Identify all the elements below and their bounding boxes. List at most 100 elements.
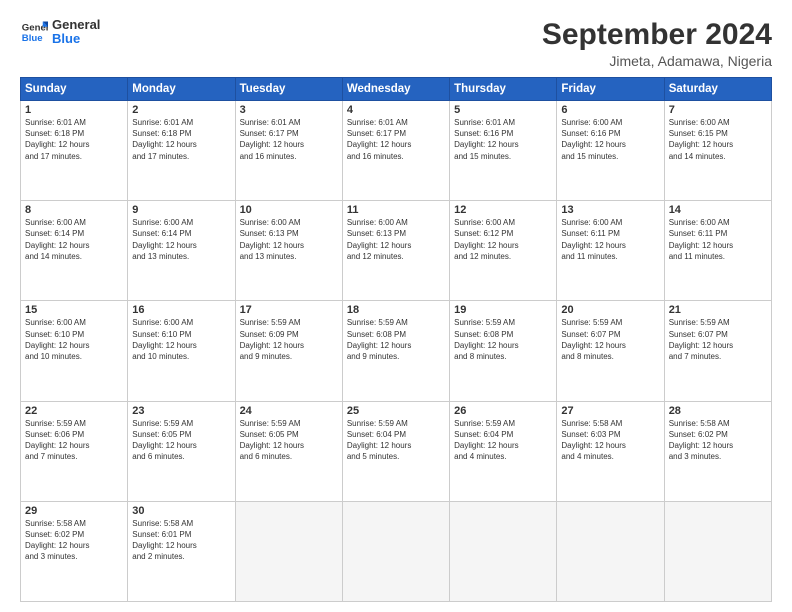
day-number: 25 [347, 405, 445, 417]
table-row: 21Sunrise: 5:59 AMSunset: 6:07 PMDayligh… [664, 301, 771, 401]
day-number: 17 [240, 304, 338, 316]
table-row: 19Sunrise: 5:59 AMSunset: 6:08 PMDayligh… [450, 301, 557, 401]
day-number: 6 [561, 104, 659, 116]
day-number: 29 [25, 505, 123, 517]
page-header: General Blue General Blue September 2024… [20, 18, 772, 69]
day-info: Sunrise: 6:00 AMSunset: 6:13 PMDaylight:… [240, 217, 338, 262]
day-info: Sunrise: 5:59 AMSunset: 6:06 PMDaylight:… [25, 418, 123, 463]
day-number: 3 [240, 104, 338, 116]
day-info: Sunrise: 5:58 AMSunset: 6:03 PMDaylight:… [561, 418, 659, 463]
table-row: 26Sunrise: 5:59 AMSunset: 6:04 PMDayligh… [450, 401, 557, 501]
day-number: 28 [669, 405, 767, 417]
day-info: Sunrise: 6:01 AMSunset: 6:17 PMDaylight:… [347, 117, 445, 162]
svg-text:Blue: Blue [22, 33, 43, 44]
day-number: 22 [25, 405, 123, 417]
table-row: 22Sunrise: 5:59 AMSunset: 6:06 PMDayligh… [21, 401, 128, 501]
day-info: Sunrise: 5:59 AMSunset: 6:08 PMDaylight:… [454, 317, 552, 362]
table-row: 17Sunrise: 5:59 AMSunset: 6:09 PMDayligh… [235, 301, 342, 401]
day-info: Sunrise: 5:59 AMSunset: 6:05 PMDaylight:… [132, 418, 230, 463]
table-row: 25Sunrise: 5:59 AMSunset: 6:04 PMDayligh… [342, 401, 449, 501]
day-info: Sunrise: 5:59 AMSunset: 6:04 PMDaylight:… [347, 418, 445, 463]
col-friday: Friday [557, 78, 664, 101]
day-number: 15 [25, 304, 123, 316]
col-tuesday: Tuesday [235, 78, 342, 101]
col-wednesday: Wednesday [342, 78, 449, 101]
location-subtitle: Jimeta, Adamawa, Nigeria [542, 53, 772, 69]
table-row: 18Sunrise: 5:59 AMSunset: 6:08 PMDayligh… [342, 301, 449, 401]
table-row: 9Sunrise: 6:00 AMSunset: 6:14 PMDaylight… [128, 201, 235, 301]
table-row: 1Sunrise: 6:01 AMSunset: 6:18 PMDaylight… [21, 101, 128, 201]
day-number: 16 [132, 304, 230, 316]
table-row: 2Sunrise: 6:01 AMSunset: 6:18 PMDaylight… [128, 101, 235, 201]
day-info: Sunrise: 5:58 AMSunset: 6:02 PMDaylight:… [669, 418, 767, 463]
day-number: 18 [347, 304, 445, 316]
day-info: Sunrise: 6:00 AMSunset: 6:11 PMDaylight:… [669, 217, 767, 262]
table-row: 20Sunrise: 5:59 AMSunset: 6:07 PMDayligh… [557, 301, 664, 401]
day-info: Sunrise: 6:00 AMSunset: 6:10 PMDaylight:… [132, 317, 230, 362]
table-row: 7Sunrise: 6:00 AMSunset: 6:15 PMDaylight… [664, 101, 771, 201]
table-row [450, 501, 557, 601]
day-info: Sunrise: 5:59 AMSunset: 6:07 PMDaylight:… [561, 317, 659, 362]
table-row: 15Sunrise: 6:00 AMSunset: 6:10 PMDayligh… [21, 301, 128, 401]
calendar-table: Sunday Monday Tuesday Wednesday Thursday… [20, 77, 772, 602]
day-number: 12 [454, 204, 552, 216]
day-info: Sunrise: 6:01 AMSunset: 6:16 PMDaylight:… [454, 117, 552, 162]
table-row: 29Sunrise: 5:58 AMSunset: 6:02 PMDayligh… [21, 501, 128, 601]
day-info: Sunrise: 6:00 AMSunset: 6:15 PMDaylight:… [669, 117, 767, 162]
day-number: 9 [132, 204, 230, 216]
table-row: 12Sunrise: 6:00 AMSunset: 6:12 PMDayligh… [450, 201, 557, 301]
day-number: 7 [669, 104, 767, 116]
table-row: 3Sunrise: 6:01 AMSunset: 6:17 PMDaylight… [235, 101, 342, 201]
table-row: 27Sunrise: 5:58 AMSunset: 6:03 PMDayligh… [557, 401, 664, 501]
day-number: 14 [669, 204, 767, 216]
table-row: 4Sunrise: 6:01 AMSunset: 6:17 PMDaylight… [342, 101, 449, 201]
table-row: 28Sunrise: 5:58 AMSunset: 6:02 PMDayligh… [664, 401, 771, 501]
table-row: 23Sunrise: 5:59 AMSunset: 6:05 PMDayligh… [128, 401, 235, 501]
logo-general: General [52, 18, 100, 32]
day-number: 2 [132, 104, 230, 116]
day-info: Sunrise: 5:59 AMSunset: 6:08 PMDaylight:… [347, 317, 445, 362]
table-row: 13Sunrise: 6:00 AMSunset: 6:11 PMDayligh… [557, 201, 664, 301]
day-info: Sunrise: 6:00 AMSunset: 6:10 PMDaylight:… [25, 317, 123, 362]
day-number: 23 [132, 405, 230, 417]
day-number: 11 [347, 204, 445, 216]
day-info: Sunrise: 5:58 AMSunset: 6:01 PMDaylight:… [132, 518, 230, 563]
col-saturday: Saturday [664, 78, 771, 101]
day-info: Sunrise: 6:00 AMSunset: 6:12 PMDaylight:… [454, 217, 552, 262]
day-number: 30 [132, 505, 230, 517]
day-info: Sunrise: 5:59 AMSunset: 6:07 PMDaylight:… [669, 317, 767, 362]
day-number: 4 [347, 104, 445, 116]
table-row: 14Sunrise: 6:00 AMSunset: 6:11 PMDayligh… [664, 201, 771, 301]
day-info: Sunrise: 6:00 AMSunset: 6:11 PMDaylight:… [561, 217, 659, 262]
day-info: Sunrise: 6:01 AMSunset: 6:17 PMDaylight:… [240, 117, 338, 162]
day-number: 21 [669, 304, 767, 316]
day-info: Sunrise: 5:59 AMSunset: 6:09 PMDaylight:… [240, 317, 338, 362]
day-number: 19 [454, 304, 552, 316]
day-number: 13 [561, 204, 659, 216]
day-info: Sunrise: 6:01 AMSunset: 6:18 PMDaylight:… [132, 117, 230, 162]
day-info: Sunrise: 6:01 AMSunset: 6:18 PMDaylight:… [25, 117, 123, 162]
col-sunday: Sunday [21, 78, 128, 101]
day-info: Sunrise: 5:59 AMSunset: 6:04 PMDaylight:… [454, 418, 552, 463]
table-row: 11Sunrise: 6:00 AMSunset: 6:13 PMDayligh… [342, 201, 449, 301]
table-row: 8Sunrise: 6:00 AMSunset: 6:14 PMDaylight… [21, 201, 128, 301]
day-number: 5 [454, 104, 552, 116]
day-info: Sunrise: 6:00 AMSunset: 6:16 PMDaylight:… [561, 117, 659, 162]
table-row [235, 501, 342, 601]
table-row: 5Sunrise: 6:01 AMSunset: 6:16 PMDaylight… [450, 101, 557, 201]
day-number: 27 [561, 405, 659, 417]
col-thursday: Thursday [450, 78, 557, 101]
table-row: 24Sunrise: 5:59 AMSunset: 6:05 PMDayligh… [235, 401, 342, 501]
day-info: Sunrise: 6:00 AMSunset: 6:14 PMDaylight:… [25, 217, 123, 262]
day-info: Sunrise: 6:00 AMSunset: 6:14 PMDaylight:… [132, 217, 230, 262]
month-title: September 2024 [542, 18, 772, 51]
table-row [342, 501, 449, 601]
logo-blue: Blue [52, 32, 100, 46]
table-row: 6Sunrise: 6:00 AMSunset: 6:16 PMDaylight… [557, 101, 664, 201]
day-number: 20 [561, 304, 659, 316]
day-number: 10 [240, 204, 338, 216]
day-info: Sunrise: 5:59 AMSunset: 6:05 PMDaylight:… [240, 418, 338, 463]
table-row: 10Sunrise: 6:00 AMSunset: 6:13 PMDayligh… [235, 201, 342, 301]
table-row [557, 501, 664, 601]
day-number: 1 [25, 104, 123, 116]
